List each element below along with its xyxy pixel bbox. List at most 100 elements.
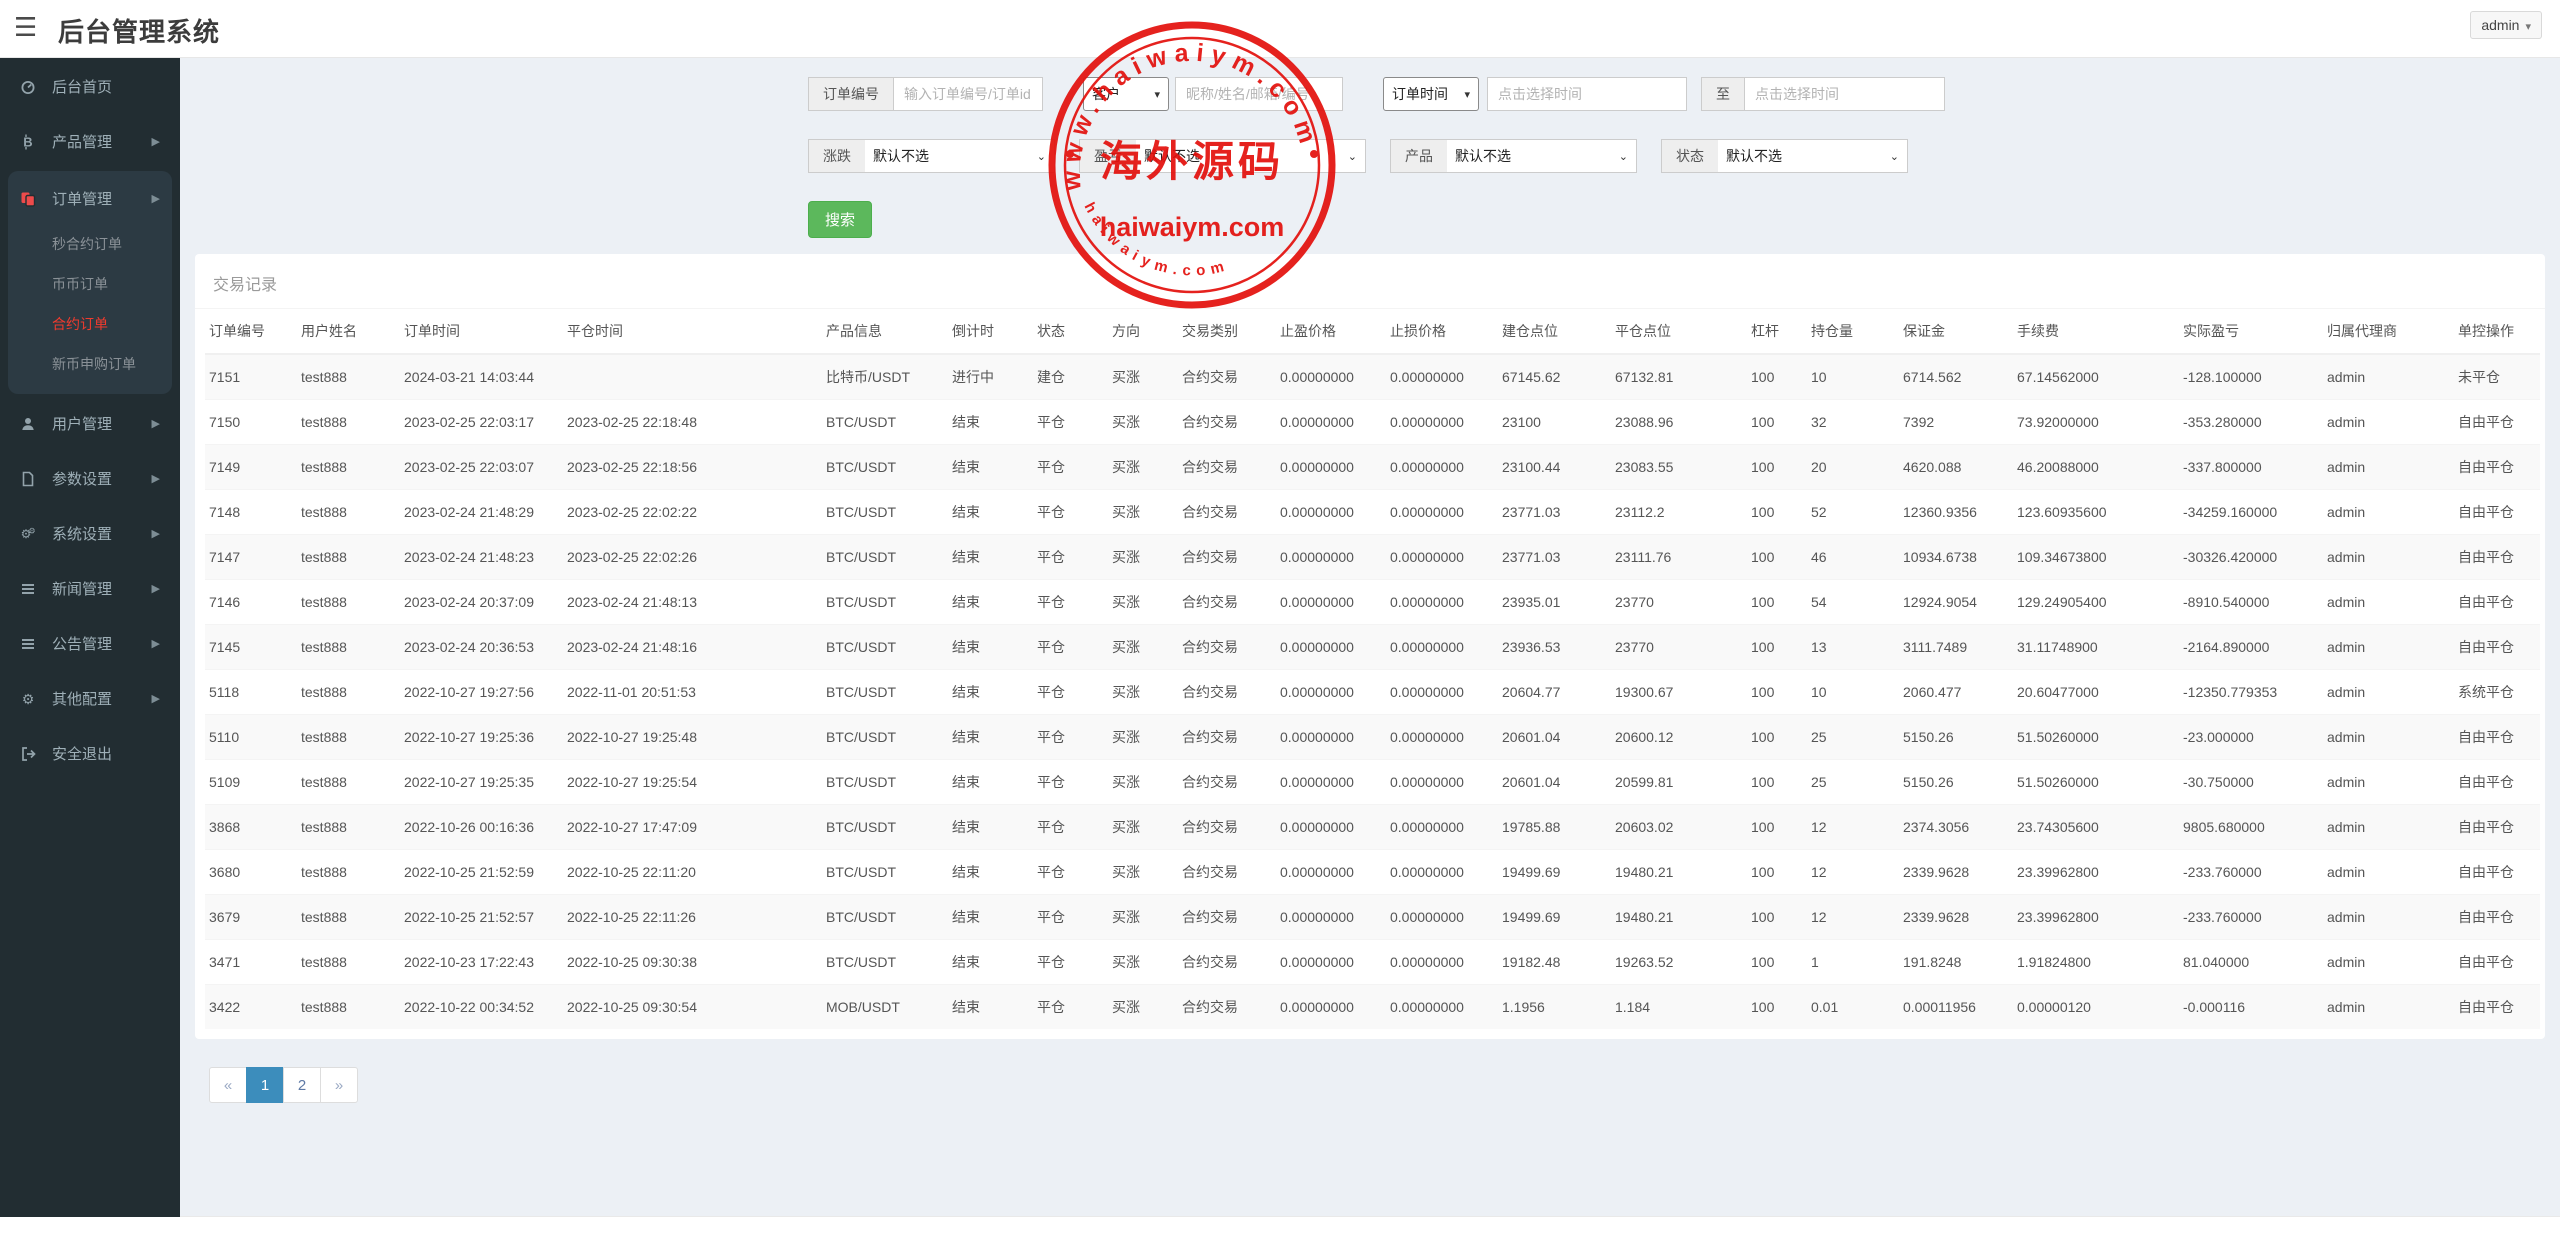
cell-user[interactable]: test888 <box>297 850 400 895</box>
order-no-input[interactable] <box>893 77 1043 111</box>
sidebar-subitem[interactable]: 新币申购订单 <box>8 344 172 384</box>
status-select[interactable]: 默认不选⌄ <box>1718 139 1908 173</box>
cell-margin: 10934.6738 <box>1899 535 2013 580</box>
cell-open_point: 23100 <box>1498 400 1611 445</box>
cell-user[interactable]: test888 <box>297 985 400 1030</box>
pagination: « 1 2 » <box>209 1067 2545 1103</box>
cell-product[interactable]: BTC/USDT <box>822 895 948 940</box>
cell-close_point: 23112.2 <box>1611 490 1747 535</box>
cell-user[interactable]: test888 <box>297 895 400 940</box>
cell-agent: admin <box>2323 490 2454 535</box>
time-from-input[interactable] <box>1487 77 1687 111</box>
cell-user[interactable]: test888 <box>297 670 400 715</box>
sidebar-item-1[interactable]: B产品管理▶ <box>8 116 172 167</box>
cell-user[interactable]: test888 <box>297 580 400 625</box>
sidebar-item-5[interactable]: ⚙⚙系统设置▶ <box>8 508 172 559</box>
cell-product[interactable]: BTC/USDT <box>822 400 948 445</box>
cell-open_time: 2022-10-25 21:52:57 <box>400 895 563 940</box>
cell-product[interactable]: BTC/USDT <box>822 940 948 985</box>
svg-text:⚙: ⚙ <box>22 691 35 707</box>
hamburger-icon[interactable]: ☰ <box>14 12 44 42</box>
cell-status: 平仓 <box>1033 805 1108 850</box>
table-row: 7151test8882024-03-21 14:03:44比特币/USDT进行… <box>205 354 2540 400</box>
cell-user[interactable]: test888 <box>297 535 400 580</box>
pagination-page-1[interactable]: 1 <box>246 1067 284 1103</box>
cell-amount: 54 <box>1807 580 1899 625</box>
cell-user[interactable]: test888 <box>297 445 400 490</box>
cell-user[interactable]: test888 <box>297 805 400 850</box>
sidebar-item-3[interactable]: 用户管理▶ <box>8 398 172 449</box>
cell-product[interactable]: BTC/USDT <box>822 580 948 625</box>
cell-user[interactable]: test888 <box>297 490 400 535</box>
cell-fee: 129.24905400 <box>2013 580 2179 625</box>
sidebar-subitem[interactable]: 币币订单 <box>8 264 172 304</box>
product-select[interactable]: 默认不选⌄ <box>1447 139 1637 173</box>
cell-status: 平仓 <box>1033 400 1108 445</box>
cell-user[interactable]: test888 <box>297 400 400 445</box>
chevron-right-icon: ▶ <box>152 135 160 148</box>
pagination-page-2[interactable]: 2 <box>283 1067 321 1103</box>
user-menu-button[interactable]: admin▾ <box>2470 11 2542 39</box>
sidebar-item-8[interactable]: ⚙其他配置▶ <box>8 673 172 724</box>
sidebar-group: 新闻管理▶ <box>8 563 172 614</box>
cell-status: 平仓 <box>1033 985 1108 1030</box>
sidebar-subitem[interactable]: 合约订单 <box>8 304 172 344</box>
cell-product[interactable]: BTC/USDT <box>822 805 948 850</box>
cell-product[interactable]: BTC/USDT <box>822 535 948 580</box>
cell-tp: 0.00000000 <box>1276 445 1386 490</box>
sidebar-subitem[interactable]: 秒合约订单 <box>8 224 172 264</box>
cell-margin: 2339.9628 <box>1899 850 2013 895</box>
cell-agent: admin <box>2323 895 2454 940</box>
cell-profit: -30326.420000 <box>2179 535 2323 580</box>
search-button[interactable]: 搜索 <box>808 201 872 238</box>
sidebar-item-9[interactable]: 安全退出 <box>8 728 172 779</box>
sidebar-group: ⚙其他配置▶ <box>8 673 172 724</box>
cell-user[interactable]: test888 <box>297 760 400 805</box>
cell-countdown: 结束 <box>948 670 1033 715</box>
pagination-prev-button[interactable]: « <box>209 1067 247 1103</box>
cell-agent: admin <box>2323 625 2454 670</box>
cell-close_time: 2022-10-25 09:30:38 <box>563 940 822 985</box>
time-to-input[interactable] <box>1745 77 1945 111</box>
cell-product[interactable]: MOB/USDT <box>822 985 948 1030</box>
cell-profit: -0.000116 <box>2179 985 2323 1030</box>
cell-direction: 买涨 <box>1108 760 1178 805</box>
cell-direction: 买涨 <box>1108 490 1178 535</box>
cell-product[interactable]: BTC/USDT <box>822 490 948 535</box>
table-row: 7149test8882023-02-25 22:03:072023-02-25… <box>205 445 2540 490</box>
cell-lever: 100 <box>1747 805 1807 850</box>
cell-product[interactable]: BTC/USDT <box>822 715 948 760</box>
cell-product[interactable]: 比特币/USDT <box>822 354 948 400</box>
cell-user[interactable]: test888 <box>297 625 400 670</box>
cell-id: 7149 <box>205 445 297 490</box>
sidebar-item-0[interactable]: 后台首页 <box>8 61 172 112</box>
cell-user[interactable]: test888 <box>297 940 400 985</box>
cell-id: 7145 <box>205 625 297 670</box>
customer-select[interactable]: 客户▾ <box>1083 77 1169 111</box>
cell-product[interactable]: BTC/USDT <box>822 850 948 895</box>
cell-product[interactable]: BTC/USDT <box>822 625 948 670</box>
customer-input[interactable] <box>1175 77 1343 111</box>
sidebar-item-7[interactable]: 公告管理▶ <box>8 618 172 669</box>
cell-id: 7150 <box>205 400 297 445</box>
cell-user[interactable]: test888 <box>297 354 400 400</box>
cell-product[interactable]: BTC/USDT <box>822 445 948 490</box>
app-title: 后台管理系统 <box>58 12 220 49</box>
cell-status: 建仓 <box>1033 354 1108 400</box>
sidebar-item-4[interactable]: 参数设置▶ <box>8 453 172 504</box>
pagination-next-button[interactable]: » <box>320 1067 358 1103</box>
cell-product[interactable]: BTC/USDT <box>822 670 948 715</box>
pnl-select[interactable]: 默认不选⌄ <box>1136 139 1366 173</box>
time-type-select[interactable]: 订单时间▾ <box>1383 77 1479 111</box>
cell-tp: 0.00000000 <box>1276 940 1386 985</box>
sidebar-item-2[interactable]: 订单管理▶ <box>8 173 172 224</box>
sidebar-item-6[interactable]: 新闻管理▶ <box>8 563 172 614</box>
cell-profit: -8910.540000 <box>2179 580 2323 625</box>
cell-product[interactable]: BTC/USDT <box>822 760 948 805</box>
updown-select[interactable]: 默认不选⌄ <box>865 139 1055 173</box>
cell-user[interactable]: test888 <box>297 715 400 760</box>
cell-close_point: 19480.21 <box>1611 895 1747 940</box>
cell-close_time: 2023-02-25 22:02:22 <box>563 490 822 535</box>
cell-fee: 23.74305600 <box>2013 805 2179 850</box>
cell-fee: 109.34673800 <box>2013 535 2179 580</box>
